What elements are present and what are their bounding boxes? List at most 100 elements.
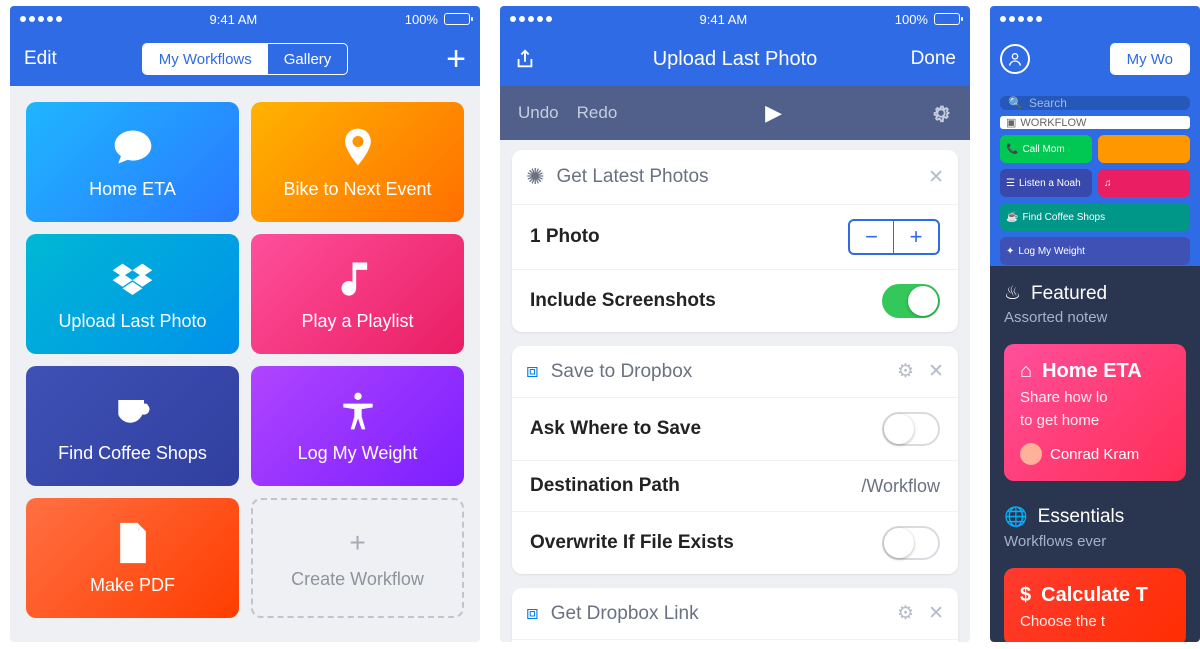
action-get-dropbox-link: ⧈ Get Dropbox Link ⚙ ✕ Short URL [512,588,958,642]
settings-icon[interactable] [930,102,952,124]
photo-count-stepper[interactable]: − + [848,219,940,255]
dest-path-value[interactable]: /Workflow [861,476,940,497]
home-icon: ⌂ [1020,360,1032,383]
section-title: Featured [1031,283,1107,305]
dropbox-icon [111,257,155,301]
redo-button[interactable]: Redo [577,103,618,123]
mini-tile[interactable]: 📞Call Mom [1000,135,1092,163]
navbar: Edit My Workflows Gallery + [10,32,480,86]
close-icon[interactable]: ✕ [928,166,944,189]
phone-gallery: My Wo 🔍Search ▣WORKFLOW 📞Call Mom ☰Liste… [990,6,1200,642]
share-icon[interactable] [514,48,536,70]
action-title: Get Latest Photos [556,166,708,188]
card-title: Calculate T [1041,584,1148,607]
user-icon [1007,51,1023,67]
photos-icon: ✺ [526,164,544,190]
action-title: Get Dropbox Link [551,603,699,625]
coffee-icon [111,389,155,433]
mini-tile[interactable]: ☰Listen a Noah [1000,169,1092,197]
navbar: Upload Last Photo Done [500,32,970,86]
signal-dots [510,16,552,22]
globe-icon: 🌐 [1004,505,1028,529]
close-icon[interactable]: ✕ [928,360,944,383]
add-workflow-button[interactable]: + [446,42,466,76]
ask-where-toggle[interactable] [882,412,940,446]
overwrite-label: Overwrite If File Exists [530,532,734,554]
tile-upload-last-photo[interactable]: Upload Last Photo [26,234,239,354]
search-bar[interactable]: 🔍 Search [1000,96,1190,110]
author-avatar [1020,443,1042,465]
tile-log-weight[interactable]: Log My Weight [251,366,464,486]
card-subtitle: to get home [1020,412,1170,429]
include-screenshots-toggle[interactable] [882,284,940,318]
author-name: Conrad Kram [1050,446,1139,463]
status-time: 9:41 AM [210,12,258,27]
mini-tile[interactable]: ☕Find Coffee Shops [1000,203,1190,231]
section-subtitle: Assorted notew [1004,309,1186,326]
overwrite-toggle[interactable] [882,526,940,560]
tile-bike-next-event[interactable]: Bike to Next Event [251,102,464,222]
tile-label: Home ETA [89,179,176,200]
card-subtitle: Choose the t [1020,613,1170,630]
profile-button[interactable] [1000,44,1030,74]
workflow-grid: Home ETA Bike to Next Event Upload Last … [10,86,480,634]
mini-tile[interactable]: ♫ [1098,169,1190,197]
stepper-plus[interactable]: + [894,221,938,253]
gallery-content: 🔍Search ▣WORKFLOW 📞Call Mom ☰Listen a No… [990,86,1200,642]
statusbar: 9:41 AM 100% [500,6,970,32]
action-get-latest-photos: ✺ Get Latest Photos ✕ 1 Photo − + Includ… [512,150,958,332]
tile-home-eta[interactable]: Home ETA [26,102,239,222]
search-icon: 🔍 [1008,96,1023,110]
tile-create-workflow[interactable]: + Create Workflow [251,498,464,618]
battery-percent: 100% [405,12,438,27]
stepper-minus[interactable]: − [850,221,894,253]
featured-section: ♨Featured Assorted notew [990,266,1200,336]
seg-gallery[interactable]: Gallery [268,44,348,74]
editor-toolbar: Undo Redo ▶ [500,86,970,140]
pin-icon [336,125,380,169]
ask-where-label: Ask Where to Save [530,418,701,440]
status-right: 100% [895,12,960,27]
done-button[interactable]: Done [911,48,956,70]
workflow-gallery-segment[interactable]: My Wo [1110,43,1190,75]
gear-icon[interactable]: ⚙ [897,602,914,625]
mini-tile[interactable] [1098,135,1190,163]
play-button[interactable]: ▶ [765,100,782,126]
workflow-gallery-segment[interactable]: My Workflows Gallery [142,43,349,75]
tile-label: Find Coffee Shops [58,443,207,464]
statusbar: 9:41 AM 100% [10,6,480,32]
workflow-title: Upload Last Photo [653,48,818,71]
edit-button[interactable]: Edit [24,48,57,70]
search-placeholder: Search [1029,96,1067,110]
signal-dots [1000,16,1042,22]
seg-my-workflows[interactable]: My Workflows [143,44,268,74]
gallery-card-home-eta[interactable]: ⌂Home ETA Share how lo to get home Conra… [1004,344,1186,481]
mini-tile[interactable]: ✦Log My Weight [1000,237,1190,265]
body-icon [336,389,380,433]
close-icon[interactable]: ✕ [928,602,944,625]
actions-list: ✺ Get Latest Photos ✕ 1 Photo − + Includ… [500,140,970,642]
navbar: My Wo [990,32,1200,86]
signal-dots [20,16,62,22]
tile-make-pdf[interactable]: Make PDF [26,498,239,618]
dollar-icon: $ [1020,584,1031,607]
tile-label: Create Workflow [291,569,424,590]
essentials-section: 🌐Essentials Workflows ever [990,489,1200,560]
dest-path-label: Destination Path [530,475,680,497]
action-save-to-dropbox: ⧈ Save to Dropbox ⚙ ✕ Ask Where to Save … [512,346,958,574]
include-screenshots-label: Include Screenshots [530,290,716,312]
tile-label: Bike to Next Event [283,179,431,200]
undo-button[interactable]: Undo [518,103,559,123]
gallery-card-calculate[interactable]: $ Calculate T Choose the t [1004,568,1186,642]
gear-icon[interactable]: ⚙ [897,360,914,383]
document-icon [111,521,155,565]
seg-my-workflows[interactable]: My Wo [1111,44,1189,74]
tile-find-coffee[interactable]: Find Coffee Shops [26,366,239,486]
card-subtitle: Share how lo [1020,389,1170,406]
phone-my-workflows: 9:41 AM 100% Edit My Workflows Gallery +… [10,6,480,642]
tile-play-playlist[interactable]: Play a Playlist [251,234,464,354]
status-right: 100% [405,12,470,27]
battery-icon [934,13,960,25]
dropbox-icon: ⧈ [526,602,539,625]
section-title: Essentials [1038,506,1125,528]
